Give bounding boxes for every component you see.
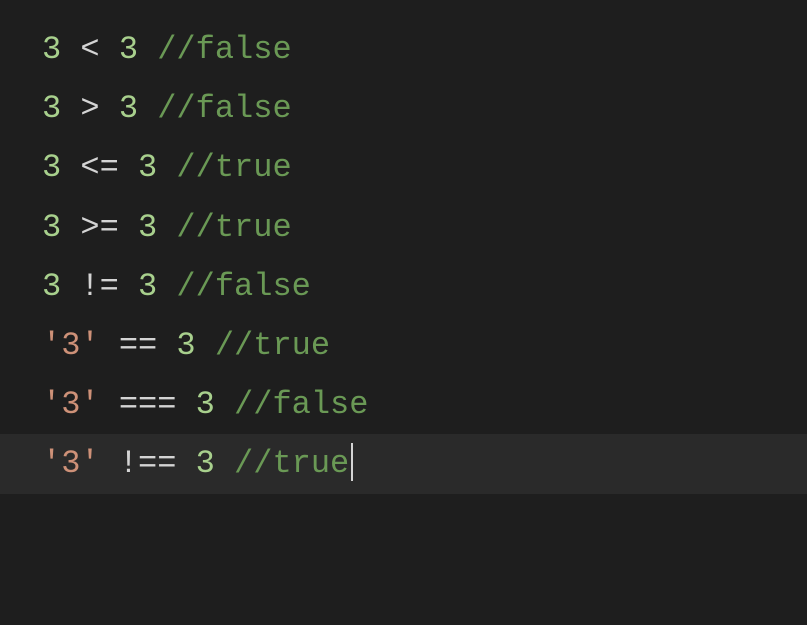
token-operator: ===	[100, 386, 196, 423]
text-cursor	[351, 443, 353, 481]
token-number: 3	[138, 149, 157, 186]
token-number: 3	[119, 31, 138, 68]
token-operator	[215, 386, 234, 423]
token-operator	[157, 149, 176, 186]
token-comment: //false	[176, 268, 310, 305]
token-number: 3	[119, 90, 138, 127]
code-line[interactable]: 3 >= 3 //true	[42, 198, 807, 257]
token-operator	[138, 31, 157, 68]
code-line[interactable]: 3 != 3 //false	[42, 257, 807, 316]
token-operator	[138, 90, 157, 127]
token-number: 3	[138, 209, 157, 246]
token-number: 3	[42, 149, 61, 186]
token-string: '3'	[42, 445, 100, 482]
code-line[interactable]: 3 > 3 //false	[42, 79, 807, 138]
token-number: 3	[176, 327, 195, 364]
token-number: 3	[196, 445, 215, 482]
token-operator: >=	[61, 209, 138, 246]
code-line[interactable]: '3' == 3 //true	[42, 316, 807, 375]
code-line[interactable]: 3 < 3 //false	[42, 20, 807, 79]
token-operator: >	[61, 90, 119, 127]
token-operator: <	[61, 31, 119, 68]
token-comment: //false	[157, 90, 291, 127]
token-operator: <=	[61, 149, 138, 186]
code-line[interactable]: 3 <= 3 //true	[42, 138, 807, 197]
token-comment: //true	[176, 149, 291, 186]
token-operator: ==	[100, 327, 177, 364]
token-number: 3	[42, 209, 61, 246]
token-number: 3	[196, 386, 215, 423]
token-operator: !==	[100, 445, 196, 482]
token-comment: //false	[234, 386, 368, 423]
token-number: 3	[42, 31, 61, 68]
code-line[interactable]: '3' === 3 //false	[42, 375, 807, 434]
token-operator	[157, 209, 176, 246]
token-comment: //true	[234, 445, 349, 482]
token-number: 3	[138, 268, 157, 305]
token-comment: //true	[215, 327, 330, 364]
token-operator: !=	[61, 268, 138, 305]
code-editor[interactable]: 3 < 3 //false3 > 3 //false3 <= 3 //true3…	[42, 20, 807, 494]
code-line[interactable]: '3' !== 3 //true	[0, 434, 807, 493]
token-number: 3	[42, 268, 61, 305]
token-string: '3'	[42, 327, 100, 364]
token-comment: //true	[176, 209, 291, 246]
token-number: 3	[42, 90, 61, 127]
token-operator	[157, 268, 176, 305]
token-operator	[215, 445, 234, 482]
token-operator	[196, 327, 215, 364]
token-comment: //false	[157, 31, 291, 68]
token-string: '3'	[42, 386, 100, 423]
